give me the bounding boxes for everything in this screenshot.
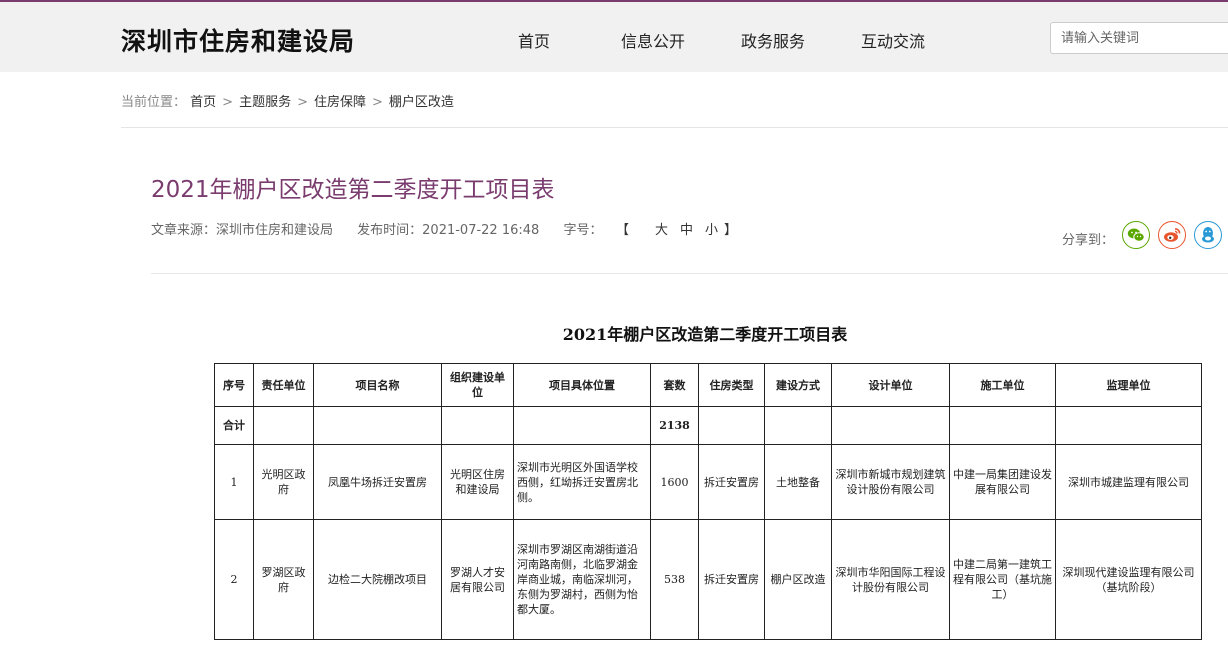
col-header-design-unit: 设计单位	[831, 363, 950, 407]
table-header-row: 序号 责任单位 项目名称 组织建设单位 项目具体位置 套数 住房类型 建设方式 …	[214, 363, 1202, 407]
table-cell: 边检二大院棚改项目	[313, 519, 442, 640]
table-cell: 合计	[214, 406, 254, 445]
col-header-organizer: 组织建设单位	[441, 363, 514, 407]
table-cell-total-units: 2138	[650, 406, 699, 445]
table-cell: 土地整备	[764, 444, 832, 520]
table-cell: 棚户区改造	[764, 519, 832, 640]
col-header-supervision-unit: 监理单位	[1055, 363, 1202, 407]
table-cell: 罗湖人才安居有限公司	[441, 519, 514, 640]
table-cell: 中建一局集团建设发展有限公司	[949, 444, 1056, 520]
table-cell: 深圳市城建监理有限公司	[1055, 444, 1202, 520]
document-image-area: 2021年棚户区改造第二季度开工项目表 序号 责任单位 项目名称 组织建设单位 …	[0, 0, 1228, 645]
project-table: 序号 责任单位 项目名称 组织建设单位 项目具体位置 套数 住房类型 建设方式 …	[214, 363, 1202, 640]
col-header-construction-unit: 施工单位	[949, 363, 1056, 407]
col-header-responsible-unit: 责任单位	[253, 363, 314, 407]
table-cell: 1	[214, 444, 254, 520]
table-cell	[313, 406, 442, 445]
table-cell	[253, 406, 314, 445]
table-cell: 拆迁安置房	[698, 519, 765, 640]
table-cell: 2	[214, 519, 254, 640]
table-cell	[698, 406, 765, 445]
table-cell	[831, 406, 950, 445]
table-cell: 凤凰牛场拆迁安置房	[313, 444, 442, 520]
table-cell: 深圳现代建设监理有限公司（基坑阶段）	[1055, 519, 1202, 640]
col-header-location: 项目具体位置	[513, 363, 651, 407]
table-cell: 深圳市罗湖区南湖街道沿河南路南侧，北临罗湖金岸商业城，南临深圳河，东侧为罗湖村，…	[513, 519, 651, 640]
table-cell: 光明区住房和建设局	[441, 444, 514, 520]
col-header-housing-type: 住房类型	[698, 363, 765, 407]
table-cell	[513, 406, 651, 445]
table-row-total: 合计 2138	[214, 406, 1202, 445]
table-cell: 深圳市光明区外国语学校西侧，红坳拆迁安置房北侧。	[513, 444, 651, 520]
table-cell: 拆迁安置房	[698, 444, 765, 520]
table-cell: 538	[650, 519, 699, 640]
col-header-index: 序号	[214, 363, 254, 407]
col-header-construction-mode: 建设方式	[764, 363, 832, 407]
table-cell: 深圳市华阳国际工程设计股份有限公司	[831, 519, 950, 640]
table-cell: 深圳市新城市规划建筑设计股份有限公司	[831, 444, 950, 520]
col-header-project-name: 项目名称	[313, 363, 442, 407]
table-cell	[1055, 406, 1202, 445]
table-cell: 光明区政府	[253, 444, 314, 520]
table-cell	[949, 406, 1056, 445]
table-cell	[764, 406, 832, 445]
table-cell: 中建二局第一建筑工程有限公司（基坑施工）	[949, 519, 1056, 640]
col-header-units: 套数	[650, 363, 699, 407]
table-cell: 1600	[650, 444, 699, 520]
table-row: 2 罗湖区政府 边检二大院棚改项目 罗湖人才安居有限公司 深圳市罗湖区南湖街道沿…	[214, 519, 1202, 640]
table-row: 1 光明区政府 凤凰牛场拆迁安置房 光明区住房和建设局 深圳市光明区外国语学校西…	[214, 444, 1202, 520]
document-title: 2021年棚户区改造第二季度开工项目表	[562, 325, 848, 344]
table-cell	[441, 406, 514, 445]
table-cell: 罗湖区政府	[253, 519, 314, 640]
